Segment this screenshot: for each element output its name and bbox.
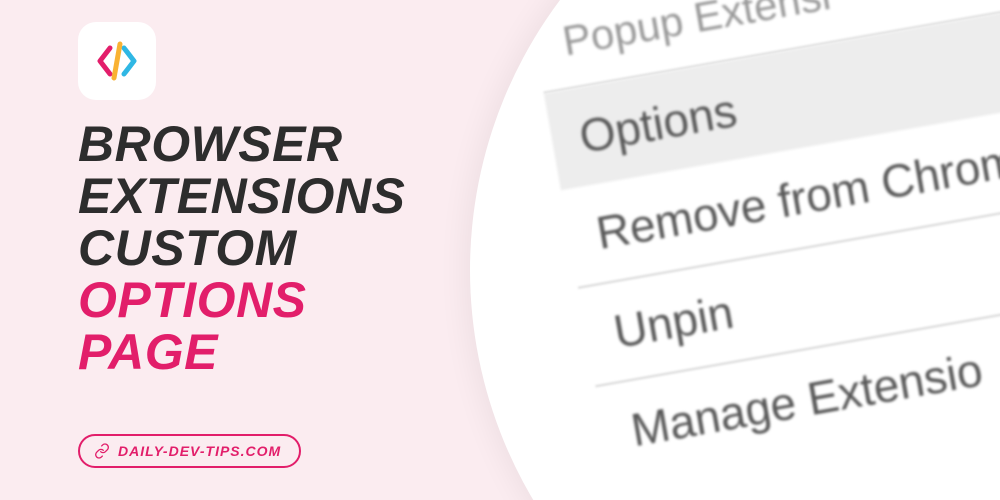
link-icon	[94, 443, 110, 459]
menu-item-label: Unpin	[610, 286, 737, 358]
site-link-label: DAILY-DEV-TIPS.COM	[118, 443, 281, 459]
context-menu: Popup Extensi Options Remove from Chrom …	[530, 0, 1000, 484]
menu-item-label: Options	[575, 84, 740, 163]
screenshot-circle: Popup Extensi Options Remove from Chrom …	[470, 0, 1000, 500]
headline-line-2: Extensions	[78, 170, 405, 222]
headline-line-5: Page	[78, 326, 405, 378]
site-logo	[78, 22, 156, 100]
code-icon	[92, 36, 142, 86]
headline-line-4: Options	[78, 274, 405, 326]
headline-line-3: Custom	[78, 222, 405, 274]
site-link[interactable]: DAILY-DEV-TIPS.COM	[78, 434, 301, 468]
headline: Browser Extensions Custom Options Page	[78, 118, 405, 378]
headline-line-1: Browser	[78, 118, 405, 170]
banner-stage: Browser Extensions Custom Options Page D…	[0, 0, 1000, 500]
